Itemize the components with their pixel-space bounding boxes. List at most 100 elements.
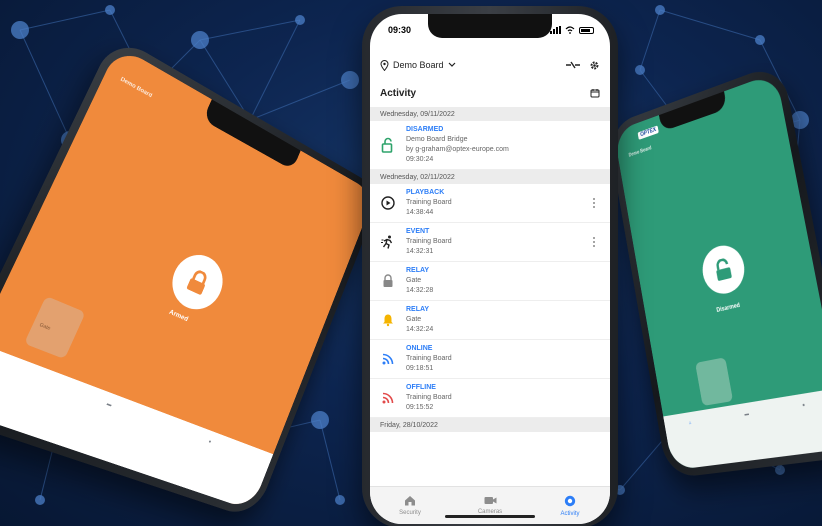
left-state-label: Armed xyxy=(167,308,190,324)
center-phone-notch xyxy=(428,14,552,38)
right-board-name[interactable]: Demo Board xyxy=(628,145,652,158)
feed-date-header: Friday, 28/10/2022 xyxy=(370,418,610,432)
tab-security[interactable]: Security xyxy=(370,487,450,524)
network-node xyxy=(11,21,29,39)
entry-type: RELAY xyxy=(406,306,430,313)
feed-entry[interactable]: RELAY Gate 14:32:24 xyxy=(370,301,610,340)
right-bottom-nav: ⌂ ▬ ● xyxy=(663,388,822,471)
network-node xyxy=(755,35,765,45)
home-icon xyxy=(404,495,416,508)
left-board-name[interactable]: Demo Board xyxy=(119,77,152,100)
running-person-icon xyxy=(370,223,406,261)
network-node xyxy=(635,65,645,75)
entry-type: DISARMED xyxy=(406,126,444,133)
left-gate-tile[interactable]: Gate xyxy=(24,295,86,360)
tab-activity[interactable]: Activity xyxy=(530,487,610,524)
unlock-icon xyxy=(370,121,406,169)
tab-cameras[interactable]: Cameras xyxy=(450,487,530,524)
entry-source: Training Board xyxy=(406,238,452,245)
activity-header: Activity xyxy=(370,82,610,104)
rss-offline-icon xyxy=(370,379,406,417)
wifi-icon xyxy=(565,26,575,34)
network-link xyxy=(639,9,661,71)
feed-entry[interactable]: DISARMED Demo Board Bridge by g-graham@op… xyxy=(370,121,610,170)
entry-time: 09:18:51 xyxy=(406,365,434,372)
entry-time: 14:38:44 xyxy=(406,209,434,216)
map-pin-icon xyxy=(380,59,389,71)
left-lock-button[interactable] xyxy=(163,246,231,318)
right-nav-cameras[interactable]: ▬ xyxy=(744,411,749,418)
lock-open-icon xyxy=(713,257,734,282)
entry-type: EVENT xyxy=(406,228,430,235)
entry-type: RELAY xyxy=(406,267,430,274)
network-node xyxy=(35,495,45,505)
feed-entry[interactable]: RELAY Gate 14:32:28 xyxy=(370,262,610,301)
entry-time: 09:30:24 xyxy=(406,156,434,163)
right-nav-security[interactable]: ⌂ xyxy=(689,420,692,426)
feed-entry[interactable]: OFFLINE Training Board 09:15:52 xyxy=(370,379,610,418)
entry-source: Training Board xyxy=(406,394,452,401)
entry-source: Gate xyxy=(406,277,422,284)
calendar-icon[interactable] xyxy=(590,88,600,98)
center-phone: 09:30 Demo Board Activity Wednesday, 09/… xyxy=(362,6,618,526)
app-header: Demo Board xyxy=(370,54,610,76)
network-link xyxy=(19,29,71,141)
activity-feed[interactable]: Wednesday, 09/11/2022 DISARMED Demo Boar… xyxy=(370,107,610,486)
link-icon[interactable] xyxy=(565,61,581,69)
activity-title: Activity xyxy=(380,87,417,99)
home-indicator xyxy=(445,515,535,518)
entry-text: RELAY Gate 14:32:24 xyxy=(406,301,433,339)
entry-time: 14:32:24 xyxy=(406,326,434,333)
entry-source: Training Board xyxy=(406,355,452,362)
signal-icon xyxy=(550,26,561,34)
right-nav-activity[interactable]: ● xyxy=(802,402,806,409)
right-lock-button[interactable] xyxy=(698,240,749,298)
entry-text: RELAY Gate 14:32:28 xyxy=(406,262,433,300)
network-link xyxy=(199,19,301,41)
network-node xyxy=(295,15,305,25)
camera-icon xyxy=(484,496,497,507)
network-node xyxy=(341,71,359,89)
feed-entry[interactable]: ONLINE Training Board 09:18:51 xyxy=(370,340,610,379)
gear-icon[interactable] xyxy=(589,60,600,71)
feed-entry[interactable]: PLAYBACK Training Board 14:38:44 xyxy=(370,184,610,223)
center-phone-screen: 09:30 Demo Board Activity Wednesday, 09/… xyxy=(370,14,610,524)
network-link xyxy=(249,79,351,121)
play-icon xyxy=(370,184,406,222)
right-gate-tile[interactable] xyxy=(695,357,734,406)
rss-online-icon xyxy=(370,340,406,378)
feed-entry[interactable]: EVENT Training Board 14:32:31 xyxy=(370,223,610,262)
entry-text: ONLINE Training Board 09:18:51 xyxy=(406,340,452,378)
right-state-label: Disarmed xyxy=(716,302,741,314)
chevron-down-icon xyxy=(448,62,455,67)
left-nav-activity[interactable]: ● xyxy=(207,439,212,445)
network-node xyxy=(311,411,329,429)
entry-text: EVENT Training Board 14:32:31 xyxy=(406,223,452,261)
entry-type: OFFLINE xyxy=(406,384,436,391)
entry-user: by g-graham@optex-europe.com xyxy=(406,146,509,153)
activity-icon xyxy=(564,495,576,509)
network-node xyxy=(191,31,209,49)
status-time: 09:30 xyxy=(388,25,412,35)
network-link xyxy=(659,9,761,41)
more-options-icon[interactable] xyxy=(592,198,596,208)
status-icons xyxy=(550,26,594,34)
feed-date-header: Wednesday, 02/11/2022 xyxy=(370,170,610,184)
network-node xyxy=(775,465,785,475)
network-node xyxy=(335,495,345,505)
entry-text: OFFLINE Training Board 09:15:52 xyxy=(406,379,452,417)
entry-type: PLAYBACK xyxy=(406,189,445,196)
network-node xyxy=(655,5,665,15)
left-nav-cameras[interactable]: ▬ xyxy=(106,401,113,408)
network-node xyxy=(105,5,115,15)
tab-label: Activity xyxy=(560,510,580,517)
tab-bar: Security Cameras Activity xyxy=(370,486,610,524)
board-selector[interactable]: Demo Board xyxy=(380,59,565,71)
battery-icon xyxy=(579,26,594,34)
tab-label: Security xyxy=(399,510,421,516)
network-link xyxy=(249,19,301,121)
network-link xyxy=(319,419,341,501)
network-link xyxy=(19,9,111,31)
entry-source: Demo Board Bridge xyxy=(406,136,468,143)
more-options-icon[interactable] xyxy=(592,237,596,247)
